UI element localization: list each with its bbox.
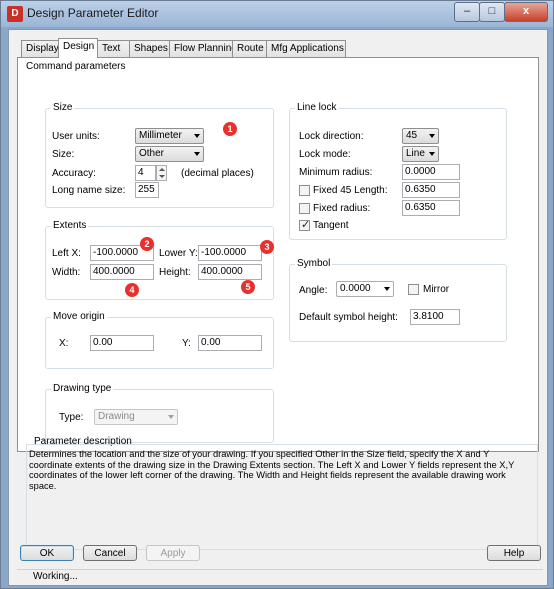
- tangent-checkbox[interactable]: ✓: [299, 219, 311, 231]
- app-icon: D: [7, 6, 23, 22]
- annotation-marker-1: 1: [223, 122, 237, 136]
- origin-y-label: Y:: [182, 338, 191, 349]
- spin-down-icon[interactable]: [159, 175, 165, 178]
- lock-direction-select[interactable]: 45: [402, 128, 439, 144]
- minimize-button[interactable]: –: [454, 2, 480, 22]
- extents-group-label: Extents: [51, 220, 89, 231]
- apply-button[interactable]: Apply: [146, 545, 200, 561]
- default-symbol-height-label: Default symbol height:: [299, 312, 398, 323]
- accuracy-label: Accuracy:: [52, 168, 96, 179]
- annotation-marker-3: 3: [260, 240, 274, 254]
- tab-mfg-applications[interactable]: Mfg Applications: [266, 40, 346, 57]
- height-input[interactable]: 400.0000: [198, 264, 262, 280]
- chevron-down-icon: [429, 152, 435, 156]
- tab-design[interactable]: Design: [58, 38, 98, 58]
- mirror-label: Mirror: [423, 284, 450, 295]
- lock-mode-value: Line: [406, 148, 425, 159]
- symbol-group-label: Symbol: [295, 258, 333, 269]
- tab-route[interactable]: Route: [232, 40, 268, 57]
- close-button[interactable]: x: [504, 2, 548, 22]
- mirror-checkbox[interactable]: [408, 284, 419, 295]
- user-units-value: Millimeter: [139, 130, 182, 141]
- tangent-label: Tangent: [313, 220, 349, 231]
- chevron-down-icon: [168, 415, 174, 419]
- chevron-down-icon: [194, 152, 200, 156]
- dialog-window: D Design Parameter Editor – □ x Display …: [0, 0, 554, 589]
- annotation-marker-2: 2: [140, 237, 154, 251]
- maximize-button[interactable]: □: [479, 2, 505, 22]
- user-units-label: User units:: [52, 131, 100, 142]
- accuracy-input[interactable]: 4: [135, 165, 156, 181]
- lock-direction-value: 45: [406, 130, 418, 141]
- fixed-45-length-label: Fixed 45 Length:: [313, 185, 388, 196]
- drawing-type-group-label: Drawing type: [51, 383, 114, 394]
- origin-y-input[interactable]: 0.00: [198, 335, 262, 351]
- size-value: Other: [139, 148, 165, 159]
- symbol-angle-label: Angle:: [299, 285, 328, 296]
- fixed-radius-input[interactable]: 0.6350: [402, 200, 460, 216]
- extents-group: Extents: [45, 220, 274, 300]
- fixed-45-length-input[interactable]: 0.6350: [402, 182, 460, 198]
- symbol-group: Symbol: [289, 258, 507, 342]
- status-bar: Working...: [17, 569, 543, 584]
- ok-button[interactable]: OK: [20, 545, 74, 561]
- left-x-label: Left X:: [52, 248, 81, 259]
- long-name-size-input[interactable]: 255: [135, 182, 159, 198]
- lock-mode-select[interactable]: Line: [402, 146, 439, 162]
- accuracy-spinner[interactable]: [156, 165, 167, 181]
- lock-direction-label: Lock direction:: [299, 131, 364, 142]
- origin-x-input[interactable]: 0.00: [90, 335, 154, 351]
- design-tab-page: Command parameters Size User units: Mill…: [17, 57, 539, 452]
- minimum-radius-label: Minimum radius:: [299, 167, 373, 178]
- default-symbol-height-input[interactable]: 3.8100: [410, 309, 460, 325]
- drawing-type-label: Type:: [59, 412, 84, 423]
- fixed-radius-label: Fixed radius:: [313, 203, 371, 214]
- lock-mode-label: Lock mode:: [299, 149, 351, 160]
- chevron-down-icon: [194, 134, 200, 138]
- long-name-size-label: Long name size:: [52, 185, 126, 196]
- help-button[interactable]: Help: [487, 545, 541, 561]
- accuracy-hint: (decimal places): [181, 168, 254, 179]
- tab-text[interactable]: Text: [97, 40, 131, 57]
- line-lock-group-label: Line lock: [295, 102, 339, 113]
- drawing-type-value: Drawing: [98, 411, 135, 422]
- parameter-description-box: Determines the location and the size of …: [26, 444, 538, 550]
- height-label: Height:: [159, 267, 191, 278]
- cancel-button[interactable]: Cancel: [83, 545, 137, 561]
- spin-up-icon[interactable]: [159, 168, 165, 171]
- lower-y-input[interactable]: -100.0000: [198, 245, 262, 261]
- minimum-radius-input[interactable]: 0.0000: [402, 164, 460, 180]
- width-input[interactable]: 400.0000: [90, 264, 154, 280]
- tab-display[interactable]: Display: [21, 40, 59, 57]
- chevron-down-icon: [429, 134, 435, 138]
- origin-x-label: X:: [59, 338, 69, 349]
- window-title: Design Parameter Editor: [27, 6, 159, 20]
- annotation-marker-5: 5: [241, 280, 255, 294]
- tab-flow-planning[interactable]: Flow Planning: [169, 40, 237, 57]
- symbol-angle-select[interactable]: 0.0000: [336, 281, 394, 297]
- symbol-angle-value: 0.0000: [340, 283, 371, 294]
- chevron-down-icon: [384, 287, 390, 291]
- size-group-label: Size: [51, 102, 75, 113]
- dialog-client: Display Design Text Shapes Flow Planning…: [8, 29, 548, 586]
- fixed-radius-checkbox[interactable]: [299, 203, 310, 214]
- user-units-select[interactable]: Millimeter: [135, 128, 204, 144]
- drawing-type-select[interactable]: Drawing: [94, 409, 178, 425]
- parameter-description-text: Determines the location and the size of …: [29, 449, 515, 491]
- width-label: Width:: [52, 267, 81, 278]
- fixed-45-length-checkbox[interactable]: [299, 185, 310, 196]
- command-parameters-label: Command parameters: [26, 61, 126, 72]
- tab-shapes[interactable]: Shapes: [129, 40, 171, 57]
- status-text: Working...: [33, 571, 78, 582]
- checkmark-icon: ✓: [301, 219, 311, 231]
- lower-y-label: Lower Y:: [159, 248, 198, 259]
- size-select[interactable]: Other: [135, 146, 204, 162]
- size-label: Size:: [52, 149, 75, 160]
- title-bar[interactable]: D Design Parameter Editor – □ x: [1, 1, 553, 27]
- annotation-marker-4: 4: [125, 283, 139, 297]
- move-origin-group-label: Move origin: [51, 311, 107, 322]
